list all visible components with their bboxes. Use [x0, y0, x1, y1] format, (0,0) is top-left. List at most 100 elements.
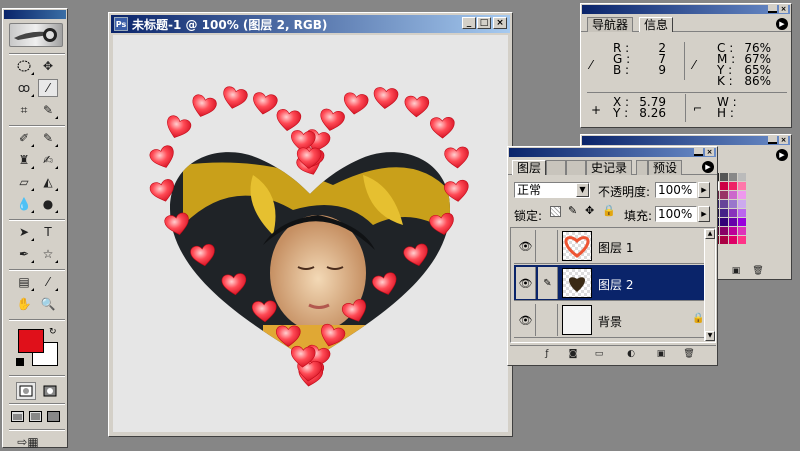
color-swatch[interactable]: [720, 236, 728, 244]
new-swatch-icon[interactable]: ▣: [729, 265, 743, 279]
layer-row-2[interactable]: 👁 ✎ 图层 2: [514, 265, 710, 301]
tab-info[interactable]: 信息: [639, 17, 674, 32]
zoom-icon[interactable]: 🔍: [38, 295, 58, 313]
quick-mask-icon[interactable]: [40, 382, 60, 400]
eye-icon[interactable]: 👁: [516, 267, 536, 299]
marquee-icon[interactable]: [14, 57, 34, 75]
dodge-icon[interactable]: ●: [38, 195, 58, 213]
eyedropper-icon[interactable]: ⁄: [38, 273, 58, 291]
maximize-button[interactable]: □: [477, 17, 491, 29]
opacity-field[interactable]: 100%: [655, 182, 697, 198]
screen-mode-standard-icon[interactable]: [9, 407, 25, 425]
healing-brush-icon[interactable]: ✐: [14, 129, 34, 147]
brush-icon[interactable]: ✎: [38, 129, 58, 147]
toolbox-title-bar[interactable]: [4, 10, 66, 19]
blur-icon[interactable]: 💧: [14, 195, 34, 213]
paint-bucket-icon[interactable]: ◭: [38, 173, 58, 191]
eye-icon[interactable]: 👁: [516, 230, 536, 262]
color-swatch[interactable]: [738, 218, 746, 226]
eye-icon[interactable]: 👁: [516, 304, 536, 336]
color-swatch[interactable]: [720, 173, 728, 181]
lock-paint-icon[interactable]: ✎: [568, 204, 577, 217]
tab-history[interactable]: 史记录: [586, 160, 633, 175]
color-swatch[interactable]: [729, 200, 737, 208]
crop-icon[interactable]: ⌗: [14, 101, 34, 119]
delete-layer-icon[interactable]: 🗑: [682, 348, 696, 362]
document-title-bar[interactable]: Ps 未标题-1 @ 100% (图层 2, RGB) _ □ ×: [111, 15, 510, 33]
history-brush-icon[interactable]: ✍: [38, 151, 58, 169]
color-swatch[interactable]: [738, 182, 746, 190]
color-swatch[interactable]: [720, 182, 728, 190]
swatches-panel-title-bar[interactable]: ×: [582, 136, 790, 145]
color-swatch[interactable]: [720, 200, 728, 208]
pen-icon[interactable]: ✒: [14, 245, 34, 263]
info-panel-title-bar[interactable]: ×: [582, 5, 790, 14]
canvas[interactable]: [113, 35, 508, 432]
color-swatch[interactable]: [729, 173, 737, 181]
move-icon[interactable]: ✥: [38, 57, 58, 75]
tab-presets[interactable]: 预设: [648, 160, 683, 175]
tab-navigator[interactable]: 导航器: [587, 17, 634, 32]
notes-icon[interactable]: ▤: [14, 273, 34, 291]
tab-actions[interactable]: [636, 160, 648, 175]
foreground-color-swatch-front[interactable]: [18, 329, 44, 353]
color-swatch[interactable]: [720, 209, 728, 217]
color-swatch[interactable]: [720, 227, 728, 235]
adobe-feather-logo[interactable]: [9, 23, 63, 47]
color-swatch[interactable]: [738, 173, 746, 181]
screen-mode-menu-icon[interactable]: [27, 407, 43, 425]
color-swatch[interactable]: [729, 227, 737, 235]
hand-icon[interactable]: ✋: [14, 295, 34, 313]
layers-panel-title-bar[interactable]: ×: [509, 148, 716, 157]
scroll-down-icon[interactable]: ▼: [705, 331, 715, 341]
color-swatch[interactable]: [738, 236, 746, 244]
color-swatch[interactable]: [729, 191, 737, 199]
tab-layers[interactable]: 图层: [512, 160, 547, 175]
layer-row-background[interactable]: 👁 背景 🔒: [514, 302, 710, 338]
opacity-slider-arrow-icon[interactable]: ▶: [698, 182, 710, 198]
add-mask-icon[interactable]: ◙: [566, 348, 580, 362]
color-swatch[interactable]: [738, 191, 746, 199]
panel-menu-icon[interactable]: ▶: [776, 149, 788, 161]
new-group-icon[interactable]: ▭: [592, 348, 606, 362]
magic-wand-icon[interactable]: ⁄: [38, 79, 58, 97]
path-select-icon[interactable]: ➤: [14, 223, 34, 241]
close-button[interactable]: ×: [493, 17, 507, 29]
clone-stamp-icon[interactable]: ♜: [14, 151, 34, 169]
blend-mode-select[interactable]: 正常 ▼: [514, 182, 590, 198]
close-icon[interactable]: ×: [705, 148, 714, 156]
tab-paths[interactable]: [566, 160, 586, 175]
panel-menu-icon[interactable]: ▶: [702, 161, 714, 173]
adjustment-layer-icon[interactable]: ◐: [624, 348, 638, 362]
scroll-up-icon[interactable]: ▲: [705, 229, 715, 239]
brush-icon[interactable]: ✎: [538, 267, 558, 299]
link-slot[interactable]: [538, 304, 558, 336]
swap-colors-icon[interactable]: ↻: [49, 327, 57, 337]
close-icon[interactable]: ×: [779, 5, 788, 13]
lock-move-icon[interactable]: ✥: [585, 204, 594, 217]
color-swatch[interactable]: [738, 227, 746, 235]
layer-row-1[interactable]: 👁 图层 1: [514, 228, 710, 264]
chevron-down-icon[interactable]: ▼: [576, 183, 589, 197]
heart-frame-artwork[interactable]: [113, 35, 510, 434]
new-layer-icon[interactable]: ▣: [654, 348, 668, 362]
minimize-button[interactable]: _: [462, 17, 476, 29]
swatch-grid[interactable]: [711, 173, 775, 255]
delete-swatch-icon[interactable]: 🗑: [751, 265, 765, 279]
minimize-icon[interactable]: [768, 5, 777, 13]
minimize-icon[interactable]: [768, 136, 777, 144]
tab-channels[interactable]: [546, 160, 566, 175]
fill-slider-arrow-icon[interactable]: ▶: [698, 206, 710, 222]
close-icon[interactable]: ×: [779, 136, 788, 144]
lock-all-icon[interactable]: 🔒: [602, 204, 616, 217]
panel-menu-icon[interactable]: ▶: [776, 18, 788, 30]
layer-style-icon[interactable]: ƒ: [540, 348, 554, 362]
screen-mode-full-icon[interactable]: [45, 407, 61, 425]
minimize-icon[interactable]: [694, 148, 703, 156]
color-swatch[interactable]: [738, 200, 746, 208]
type-icon[interactable]: T: [38, 223, 58, 241]
shape-icon[interactable]: ☆: [38, 245, 58, 263]
color-swatch[interactable]: [720, 218, 728, 226]
color-swatch[interactable]: [729, 218, 737, 226]
color-swatch[interactable]: [729, 236, 737, 244]
